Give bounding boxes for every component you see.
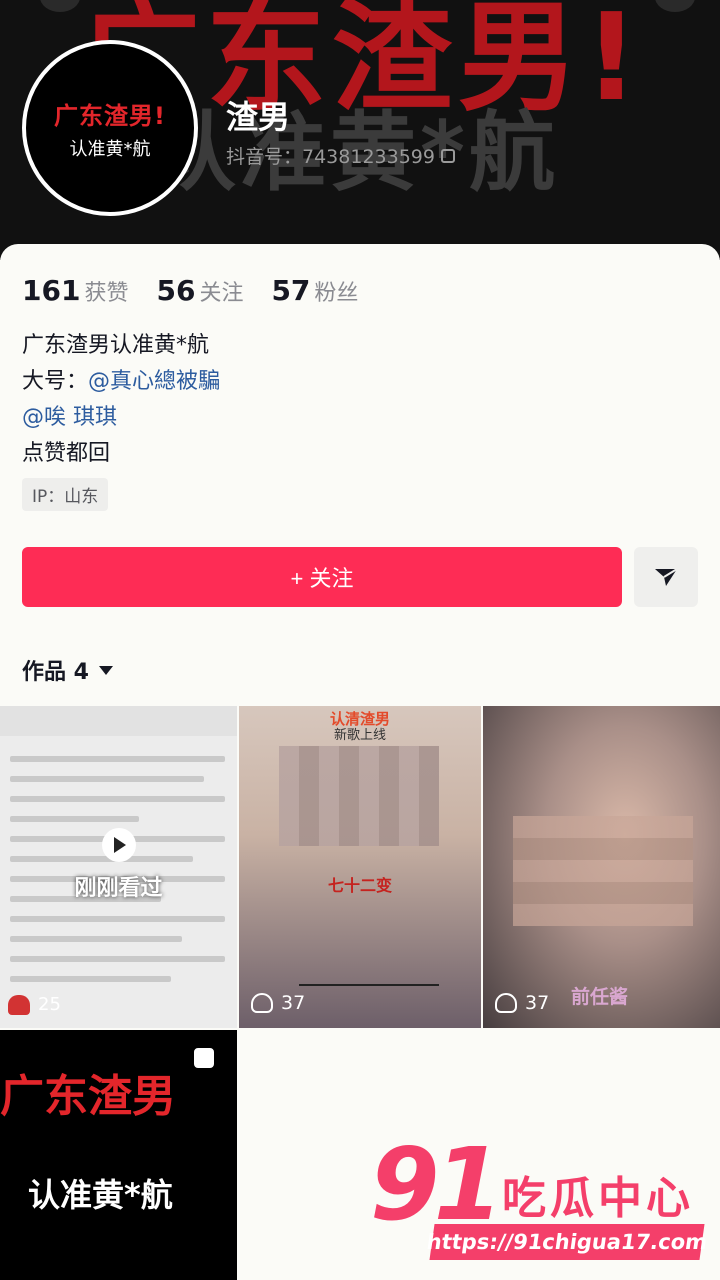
video-tile[interactable]: 前任酱 37 <box>483 706 720 1028</box>
video-tile[interactable]: 广东渣男 认准黄*航 <box>0 1030 237 1280</box>
tile-center-caption: 七十二变 <box>327 876 392 895</box>
recently-viewed-label: 刚刚看过 <box>74 876 163 901</box>
send-icon <box>655 568 678 586</box>
audio-wave <box>299 966 439 986</box>
stat-likes[interactable]: 161 获赞 <box>22 274 128 307</box>
tile-topbar <box>0 706 237 736</box>
heart-icon <box>251 993 273 1013</box>
tab-works-label: 作品 4 <box>22 660 89 685</box>
tile-text-2: 认准黄*航 <box>28 1176 173 1214</box>
tile-subcaption: 新歌上线 <box>333 728 386 743</box>
watermark: 91 吃瓜中心 https://91chigua17.com <box>370 1126 715 1266</box>
nickname: 渣男 <box>226 98 291 136</box>
stat-followers-num: 57 <box>271 274 311 307</box>
bio-line-4: 点赞都回 <box>22 441 111 466</box>
blurred-face <box>513 816 693 926</box>
recently-viewed-overlay: 刚刚看过 <box>0 828 237 902</box>
ip-tag: IP：山东 <box>22 478 109 511</box>
mention-link[interactable]: @真心總被騙 <box>88 369 220 394</box>
stat-likes-label: 获赞 <box>84 281 129 306</box>
douyin-id[interactable]: 抖音号：74381233599 <box>226 142 455 169</box>
stat-likes-num: 161 <box>22 274 81 307</box>
tab-works[interactable]: 作品 4 <box>22 654 113 686</box>
profile-card: 161 获赞 56 关注 57 粉丝 广东渣男认准黄*航 大号：@真心總被騙 @唉 琪… <box>0 244 720 1280</box>
share-button[interactable] <box>634 547 698 607</box>
avatar[interactable]: 广东渣男! 认准黄*航 <box>22 40 198 216</box>
blurred-face <box>279 746 439 846</box>
like-count: 37 <box>251 992 305 1014</box>
tile-text-1: 广东渣男 <box>0 1071 176 1122</box>
play-icon <box>101 828 136 862</box>
like-count: 25 <box>8 994 61 1015</box>
like-count: 37 <box>495 992 549 1014</box>
stat-followers-label: 粉丝 <box>314 281 359 306</box>
caret-down-icon <box>98 665 113 675</box>
stat-following-label: 关注 <box>199 281 244 306</box>
copy-icon[interactable] <box>440 148 455 163</box>
stats-row: 161 获赞 56 关注 57 粉丝 <box>22 274 358 307</box>
video-tile[interactable]: 刚刚看过 25 <box>0 706 237 1028</box>
banner-corner <box>655 0 695 12</box>
video-tile[interactable]: 认清渣男 新歌上线 七十二变 37 <box>239 706 481 1028</box>
stat-followers[interactable]: 57 粉丝 <box>271 274 358 307</box>
follow-button[interactable]: + 关注 <box>22 547 622 607</box>
avatar-text-2: 认准黄*航 <box>69 138 151 160</box>
stat-following-num: 56 <box>156 274 196 307</box>
avatar-text-1: 广东渣男! <box>54 101 166 130</box>
tile-caption: 前任酱 <box>571 986 629 1008</box>
heart-icon <box>8 994 30 1015</box>
stat-following[interactable]: 56 关注 <box>156 274 243 307</box>
bio-line-2: 大号：@真心總被騙 <box>22 364 220 400</box>
heart-icon <box>495 993 517 1013</box>
mention-link[interactable]: @唉 琪琪 <box>22 400 220 436</box>
watermark-text: 吃瓜中心 <box>502 1173 694 1224</box>
douyin-id-text: 抖音号：74381233599 <box>226 146 435 168</box>
like-count-text: 37 <box>281 992 306 1014</box>
bio-line-1: 广东渣男认准黄*航 <box>22 333 210 358</box>
bio: 广东渣男认准黄*航 大号：@真心總被騙 @唉 琪琪 点赞都回 <box>22 328 220 472</box>
banner-corner <box>40 0 80 12</box>
like-count-text: 25 <box>38 994 61 1015</box>
bio-line-2-prefix: 大号： <box>22 369 89 394</box>
watermark-url: https://91chigua17.com <box>425 1224 709 1260</box>
like-count-text: 37 <box>525 992 550 1014</box>
